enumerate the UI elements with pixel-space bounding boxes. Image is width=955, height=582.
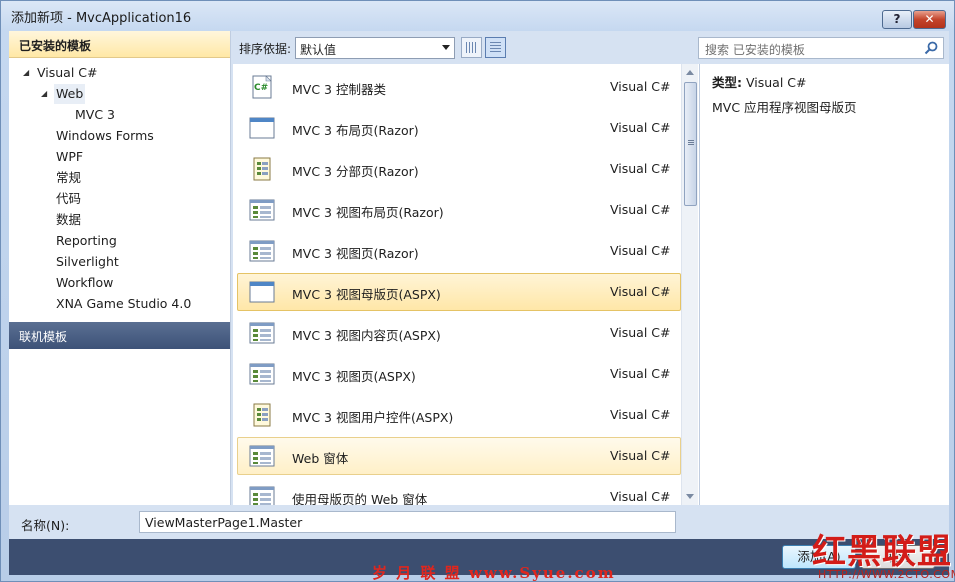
name-label: 名称(N): bbox=[21, 518, 70, 533]
template-language: Visual C# bbox=[610, 79, 671, 94]
template-name: MVC 3 布局页(Razor) bbox=[292, 123, 419, 138]
tree-item-reporting[interactable]: Reporting bbox=[56, 231, 117, 251]
template-row[interactable]: MVC 3 视图内容页(ASPX) Visual C# bbox=[237, 314, 681, 352]
scroll-thumb[interactable] bbox=[684, 82, 697, 206]
template-row[interactable]: C# MVC 3 控制器类 Visual C# bbox=[237, 68, 681, 106]
template-language: Visual C# bbox=[610, 284, 671, 299]
watermark-syue: 岁 月 联 盟 www.Syue.com bbox=[372, 564, 616, 582]
partial-page-icon bbox=[248, 155, 276, 183]
tree-item-windows-forms[interactable]: Windows Forms bbox=[56, 126, 154, 146]
template-row[interactable]: MVC 3 视图布局页(Razor) Visual C# bbox=[237, 191, 681, 229]
tree-item-general[interactable]: 常规 bbox=[56, 168, 81, 188]
tree-item-wpf[interactable]: WPF bbox=[56, 147, 83, 167]
detail-type-value: Visual C# bbox=[745, 75, 807, 90]
chevron-down-icon bbox=[442, 45, 450, 50]
close-button[interactable]: ✕ bbox=[913, 10, 946, 29]
small-icons-view-button[interactable] bbox=[461, 37, 482, 58]
detail-type-label: 类型: bbox=[712, 75, 742, 90]
expanded-arrow-icon[interactable]: ◢ bbox=[23, 63, 33, 83]
template-row[interactable]: 使用母版页的 Web 窗体 Visual C# bbox=[237, 478, 681, 505]
template-language: Visual C# bbox=[610, 120, 671, 135]
window-title: 添加新项 - MvcApplication16 bbox=[11, 11, 192, 26]
template-name: MVC 3 视图页(Razor) bbox=[292, 246, 419, 261]
template-row[interactable]: MVC 3 视图页(Razor) Visual C# bbox=[237, 232, 681, 270]
search-placeholder: 搜索 已安装的模板 bbox=[705, 43, 805, 57]
scroll-down-icon[interactable] bbox=[686, 494, 694, 499]
template-name: Web 窗体 bbox=[292, 451, 349, 466]
details-panel: 类型: Visual C# MVC 应用程序视图母版页 bbox=[699, 64, 949, 505]
template-name: MVC 3 控制器类 bbox=[292, 82, 386, 97]
template-language: Visual C# bbox=[610, 202, 671, 217]
toolbar: 排序依据: 默认值 搜索 已安装的模板 bbox=[231, 31, 949, 63]
template-row[interactable]: MVC 3 视图母版页(ASPX) Visual C# bbox=[237, 273, 681, 311]
template-language: Visual C# bbox=[610, 407, 671, 422]
template-name: MVC 3 视图母版页(ASPX) bbox=[292, 287, 441, 302]
search-icon[interactable] bbox=[924, 41, 938, 55]
online-templates-header[interactable]: 联机模板 bbox=[9, 322, 230, 349]
view-page-icon bbox=[248, 360, 276, 388]
scroll-up-icon[interactable] bbox=[686, 70, 694, 75]
grip-icon bbox=[688, 140, 694, 146]
list-view-icon bbox=[490, 42, 501, 53]
partial-page-icon bbox=[248, 401, 276, 429]
tree-item-xna[interactable]: XNA Game Studio 4.0 bbox=[56, 294, 191, 314]
sort-value: 默认值 bbox=[300, 43, 337, 57]
tree-item-code[interactable]: 代码 bbox=[56, 189, 81, 209]
sort-label: 排序依据: bbox=[239, 42, 292, 56]
sort-dropdown[interactable]: 默认值 bbox=[295, 37, 455, 59]
template-row[interactable]: MVC 3 布局页(Razor) Visual C# bbox=[237, 109, 681, 147]
template-name: 使用母版页的 Web 窗体 bbox=[292, 492, 428, 505]
template-language: Visual C# bbox=[610, 325, 671, 340]
template-name: MVC 3 视图内容页(ASPX) bbox=[292, 328, 441, 343]
watermark-logo: 红黑联盟 bbox=[812, 532, 952, 572]
tree-item-silverlight[interactable]: Silverlight bbox=[56, 252, 119, 272]
csharp-file-icon: C# bbox=[248, 73, 276, 101]
detail-description: MVC 应用程序视图母版页 bbox=[712, 100, 857, 115]
small-icons-icon bbox=[466, 42, 477, 53]
tree-item-workflow[interactable]: Workflow bbox=[56, 273, 113, 293]
search-input[interactable]: 搜索 已安装的模板 bbox=[698, 37, 944, 59]
view-page-icon bbox=[248, 483, 276, 505]
installed-templates-header[interactable]: 已安装的模板 bbox=[9, 31, 230, 58]
layout-page-icon bbox=[248, 114, 276, 142]
expanded-arrow-icon[interactable]: ◢ bbox=[41, 84, 51, 104]
watermark-url: HTTP://WWW.2CTO.COM bbox=[818, 568, 955, 581]
template-language: Visual C# bbox=[610, 161, 671, 176]
template-category-panel: 已安装的模板 ◢ Visual C# ◢ Web MVC 3 Windows F… bbox=[9, 31, 231, 505]
tree-item-web[interactable]: Web bbox=[54, 84, 86, 104]
template-row[interactable]: MVC 3 视图页(ASPX) Visual C# bbox=[237, 355, 681, 393]
add-new-item-dialog: 添加新项 - MvcApplication16 ? ✕ 已安装的模板 ◢ Vis… bbox=[0, 0, 955, 582]
tree-item-visual-csharp[interactable]: Visual C# bbox=[37, 63, 98, 83]
title-bar: 添加新项 - MvcApplication16 ? ✕ bbox=[1, 1, 954, 29]
svg-text:C#: C# bbox=[254, 83, 268, 93]
template-language: Visual C# bbox=[610, 243, 671, 258]
template-list: C# MVC 3 控制器类 Visual C# MVC 3 布局页(Razor) Vis… bbox=[233, 64, 699, 505]
template-row[interactable]: MVC 3 视图用户控件(ASPX) Visual C# bbox=[237, 396, 681, 434]
dialog-body: 已安装的模板 ◢ Visual C# ◢ Web MVC 3 Windows F… bbox=[9, 31, 949, 575]
template-name: MVC 3 视图页(ASPX) bbox=[292, 369, 416, 384]
template-row[interactable]: MVC 3 分部页(Razor) Visual C# bbox=[237, 150, 681, 188]
list-view-button[interactable] bbox=[485, 37, 506, 58]
name-field[interactable]: ViewMasterPage1.Master bbox=[139, 511, 676, 533]
template-name: MVC 3 分部页(Razor) bbox=[292, 164, 419, 179]
template-name: MVC 3 视图用户控件(ASPX) bbox=[292, 410, 454, 425]
master-page-icon bbox=[248, 278, 276, 306]
help-button[interactable]: ? bbox=[882, 10, 912, 29]
template-name: MVC 3 视图布局页(Razor) bbox=[292, 205, 444, 220]
view-page-icon bbox=[248, 442, 276, 470]
template-language: Visual C# bbox=[610, 448, 671, 463]
tree-item-data[interactable]: 数据 bbox=[56, 210, 81, 230]
tree-item-mvc3[interactable]: MVC 3 bbox=[75, 105, 115, 125]
view-page-icon bbox=[248, 196, 276, 224]
view-page-icon bbox=[248, 319, 276, 347]
template-row[interactable]: Web 窗体 Visual C# bbox=[237, 437, 681, 475]
template-language: Visual C# bbox=[610, 489, 671, 504]
list-scrollbar[interactable] bbox=[681, 64, 698, 505]
view-page-icon bbox=[248, 237, 276, 265]
template-language: Visual C# bbox=[610, 366, 671, 381]
detail-type: 类型: Visual C# bbox=[712, 72, 806, 91]
